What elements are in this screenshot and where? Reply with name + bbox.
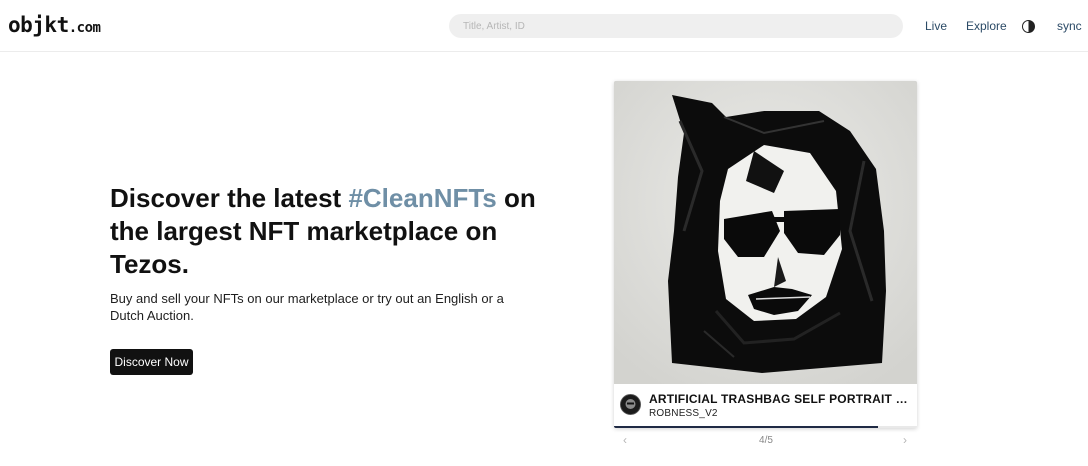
search-input[interactable] xyxy=(449,14,903,38)
half-moon-icon[interactable] xyxy=(1022,20,1035,33)
hero-title-start: Discover the latest xyxy=(110,183,349,213)
featured-artwork[interactable] xyxy=(614,81,917,384)
carousel-counter: 4/5 xyxy=(759,435,773,446)
nav-live-link[interactable]: Live xyxy=(925,19,947,33)
featured-card-info: ARTIFICIAL TRASHBAG SELF PORTRAIT OF… RO… xyxy=(614,384,917,426)
hero-title: Discover the latest #CleanNFTs on the la… xyxy=(110,182,540,281)
top-bar: objkt.com Live Explore sync xyxy=(0,0,1088,52)
objkt-logo[interactable]: objkt.com xyxy=(8,13,101,37)
carousel-progress-fill xyxy=(614,426,878,428)
logo-main: objkt xyxy=(8,13,69,37)
logo-domain: .com xyxy=(68,20,101,36)
hero-subtitle: Buy and sell your NFTs on our marketplac… xyxy=(110,291,504,323)
hero-title-hashtag: #CleanNFTs xyxy=(348,183,497,213)
nav-sync-link[interactable]: sync xyxy=(1057,19,1082,33)
chevron-right-icon[interactable]: › xyxy=(898,433,912,447)
discover-now-button[interactable]: Discover Now xyxy=(110,349,193,375)
featured-nft-artist[interactable]: ROBNESS_V2 xyxy=(649,408,718,419)
artist-avatar[interactable] xyxy=(620,394,641,415)
featured-nft-title[interactable]: ARTIFICIAL TRASHBAG SELF PORTRAIT OF… xyxy=(649,392,911,406)
trashbag-portrait-artwork xyxy=(614,81,917,384)
featured-nft-card[interactable]: ARTIFICIAL TRASHBAG SELF PORTRAIT OF… RO… xyxy=(614,81,917,428)
carousel-progress-track xyxy=(614,426,917,428)
chevron-left-icon[interactable]: ‹ xyxy=(618,433,632,447)
nav-explore-link[interactable]: Explore xyxy=(966,19,1007,33)
artist-avatar-image xyxy=(621,395,640,414)
